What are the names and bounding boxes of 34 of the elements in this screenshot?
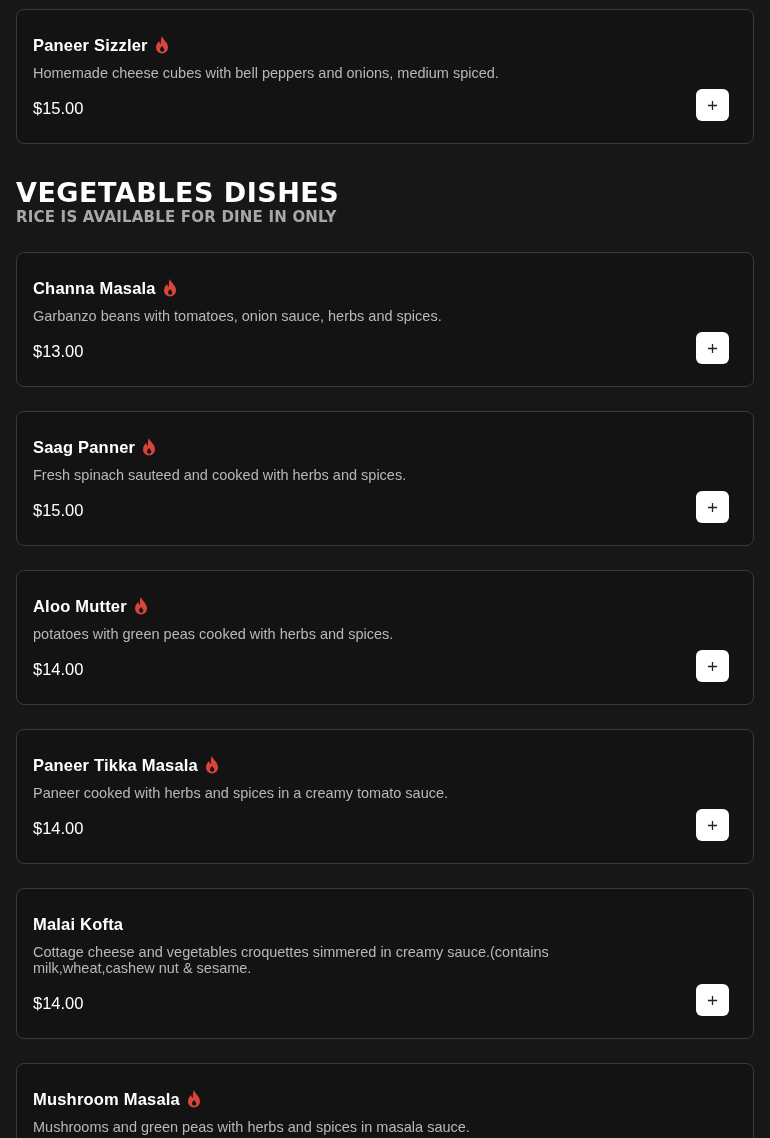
- dish-description: Fresh spinach sauteed and cooked with herbs and spices.: [33, 467, 408, 483]
- dish-name: Malai Kofta: [33, 914, 124, 934]
- plus-icon: [707, 501, 718, 513]
- dish-price: $15.00: [33, 500, 84, 520]
- plus-icon: [707, 819, 718, 831]
- dish-name: Paneer Tikka Masala: [33, 755, 198, 775]
- dish-price: $15.00: [33, 98, 84, 118]
- dish-price: $14.00: [33, 818, 84, 838]
- dish-name: Saag Panner: [33, 437, 136, 457]
- dish-price: $13.00: [33, 341, 84, 361]
- dish-name: Aloo Mutter: [33, 596, 127, 616]
- dish-description: Garbanzo beans with tomatoes, onion sauce, herbs and spices.: [33, 308, 443, 324]
- dish-description: Homemade cheese cubes with bell peppers and onions, medium spiced.: [33, 65, 500, 81]
- dish-name: Paneer Sizzler: [33, 35, 148, 55]
- add-button[interactable]: [696, 491, 729, 523]
- dish-description: potatoes with green peas cooked with herbs and spices.: [33, 626, 395, 642]
- add-button[interactable]: [696, 332, 729, 364]
- dish-description: Cottage cheese and vegetables croquettes simmered in creamy sauce.(contains milk,wheat,cashew nut & sesame.: [33, 944, 550, 976]
- plus-icon: [707, 660, 718, 672]
- plus-icon: [707, 99, 718, 111]
- dish-price: $14.00: [33, 659, 84, 679]
- section-title: VEGETABLES DISHES: [16, 178, 341, 208]
- dish-name: Channa Masala: [33, 278, 156, 298]
- dish-price: $14.00: [33, 993, 84, 1013]
- dish-description: Paneer cooked with herbs and spices in a creamy tomato sauce.: [33, 785, 450, 801]
- add-button[interactable]: [696, 89, 729, 121]
- dish-name: Mushroom Masala: [33, 1089, 180, 1109]
- dish-description: Mushrooms and green peas with herbs and spices in masala sauce.: [33, 1119, 471, 1135]
- plus-icon: [707, 342, 718, 354]
- add-button[interactable]: [696, 984, 729, 1016]
- plus-icon: [707, 994, 718, 1006]
- add-button[interactable]: [696, 650, 729, 682]
- add-button[interactable]: [696, 809, 729, 841]
- section-subtitle: RICE IS AVAILABLE FOR DINE IN ONLY: [16, 208, 338, 226]
